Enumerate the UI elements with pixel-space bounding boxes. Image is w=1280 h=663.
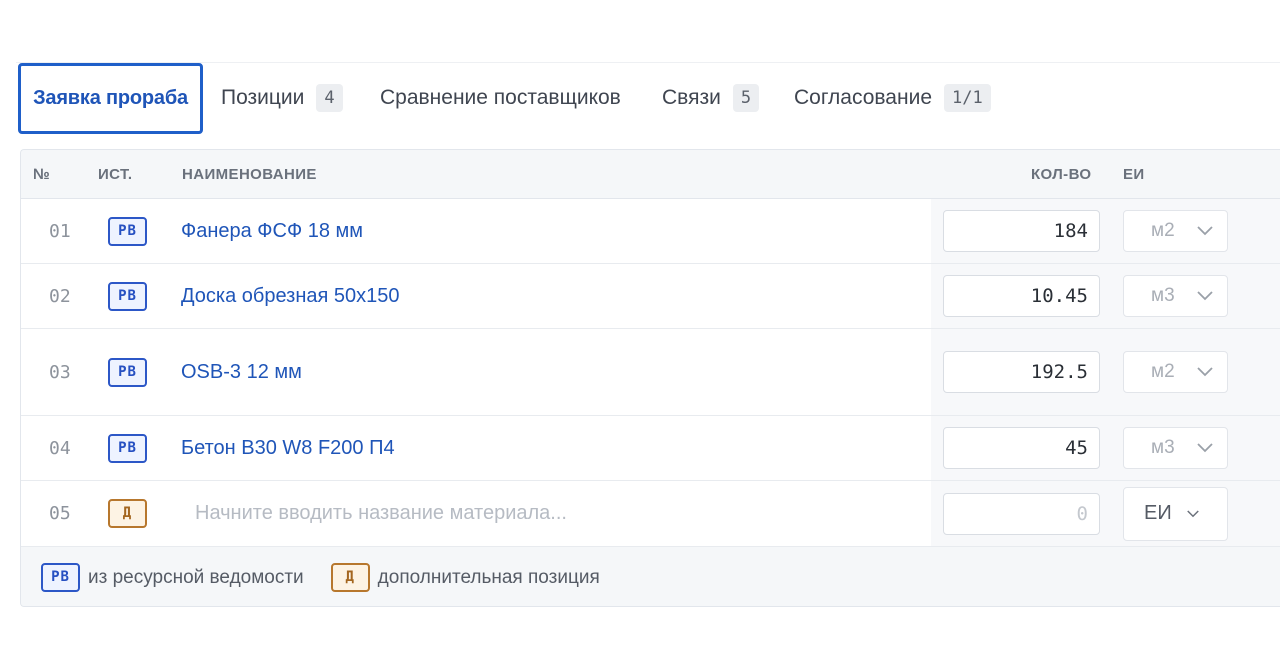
header-source: ИСТ. bbox=[98, 166, 133, 183]
chevron-down-icon bbox=[1197, 443, 1213, 453]
unit-cell: м3 bbox=[1123, 264, 1228, 328]
row-number: 03 bbox=[49, 361, 71, 383]
chevron-down-icon bbox=[1197, 367, 1213, 377]
unit-value: м3 bbox=[1151, 437, 1175, 458]
tab-foreman-request[interactable]: Заявка прораба bbox=[18, 63, 203, 134]
tab-label: Сравнение поставщиков bbox=[380, 86, 621, 109]
positions-table: № ИСТ. НАИМЕНОВАНИЕ КОЛ-ВО ЕИ 01 РВ Фане… bbox=[20, 149, 1280, 607]
qty-cell bbox=[943, 329, 1100, 415]
table-header: № ИСТ. НАИМЕНОВАНИЕ КОЛ-ВО ЕИ bbox=[21, 150, 1280, 199]
qty-input[interactable] bbox=[943, 492, 1100, 535]
rv-badge: РВ bbox=[108, 216, 147, 246]
tab-count-badge: 5 bbox=[732, 84, 760, 112]
table-row: 01 РВ Фанера ФСФ 18 мм м2 bbox=[21, 199, 1280, 264]
chevron-down-icon bbox=[1197, 291, 1213, 301]
unit-value: м2 bbox=[1151, 361, 1175, 382]
table-row: 02 РВ Доска обрезная 50x150 м3 bbox=[21, 264, 1280, 329]
chevron-down-icon bbox=[1187, 509, 1199, 517]
tab-supplier-comparison[interactable]: Сравнение поставщиков bbox=[380, 63, 621, 133]
material-name-link[interactable]: Бетон В30 W8 F200 П4 bbox=[181, 416, 395, 480]
unit-select[interactable]: ЕИ bbox=[1123, 486, 1228, 541]
legend-d-text: дополнительная позиция bbox=[377, 566, 600, 588]
header-name: НАИМЕНОВАНИЕ bbox=[182, 166, 317, 183]
table-row: 04 РВ Бетон В30 W8 F200 П4 м3 bbox=[21, 416, 1280, 481]
source-badge: РВ bbox=[108, 416, 147, 480]
row-number: 04 bbox=[49, 437, 71, 459]
qty-input[interactable] bbox=[943, 427, 1100, 469]
material-name-input[interactable]: Начните вводить название материала... bbox=[195, 481, 567, 546]
unit-value: м3 bbox=[1151, 285, 1175, 306]
page: Заявка прораба Позиции 4 Сравнение поста… bbox=[0, 0, 1280, 663]
unit-select[interactable]: м3 bbox=[1123, 275, 1228, 317]
tab-label: Позиции bbox=[221, 86, 305, 109]
tab-count-badge: 4 bbox=[316, 84, 343, 112]
qty-input[interactable] bbox=[943, 210, 1100, 252]
material-name-link[interactable]: OSB-3 12 мм bbox=[181, 329, 302, 415]
unit-value: м2 bbox=[1151, 220, 1175, 241]
source-badge: РВ bbox=[108, 199, 147, 263]
table-row: 03 РВ OSB-3 12 мм м2 bbox=[21, 329, 1280, 416]
unit-select[interactable]: м2 bbox=[1123, 351, 1228, 393]
unit-cell: м2 bbox=[1123, 329, 1228, 415]
source-badge: Д bbox=[108, 481, 147, 546]
header-num: № bbox=[33, 166, 51, 183]
source-badge: РВ bbox=[108, 329, 147, 415]
tab-positions[interactable]: Позиции 4 bbox=[221, 63, 343, 133]
new-table-row: 05 Д Начните вводить название материала.… bbox=[21, 481, 1280, 547]
row-number: 01 bbox=[49, 220, 71, 242]
legend-rv-text: из ресурсной ведомости bbox=[88, 566, 304, 588]
tab-label: Согласование bbox=[794, 86, 932, 109]
header-unit: ЕИ bbox=[1123, 166, 1145, 183]
qty-cell bbox=[943, 481, 1100, 546]
tab-links[interactable]: Связи 5 bbox=[662, 63, 760, 133]
rv-badge: РВ bbox=[108, 281, 147, 311]
tab-approval[interactable]: Согласование 1/1 bbox=[794, 63, 991, 133]
qty-input[interactable] bbox=[943, 275, 1100, 317]
unit-cell: м3 bbox=[1123, 416, 1228, 480]
unit-cell: ЕИ bbox=[1123, 481, 1228, 546]
tab-bar: Заявка прораба Позиции 4 Сравнение поста… bbox=[16, 62, 1280, 134]
d-badge: Д bbox=[330, 563, 370, 592]
qty-input[interactable] bbox=[943, 351, 1100, 393]
qty-cell bbox=[943, 264, 1100, 328]
tab-label: Заявка прораба bbox=[33, 87, 188, 109]
unit-cell: м2 bbox=[1123, 199, 1228, 263]
qty-cell bbox=[943, 416, 1100, 480]
qty-cell bbox=[943, 199, 1100, 263]
header-qty: КОЛ-ВО bbox=[1031, 166, 1092, 183]
unit-value: ЕИ bbox=[1144, 502, 1172, 524]
legend: РВ из ресурсной ведомости Д дополнительн… bbox=[21, 547, 1280, 606]
rv-badge: РВ bbox=[108, 357, 147, 387]
tab-count-badge: 1/1 bbox=[944, 84, 991, 112]
source-badge: РВ bbox=[108, 264, 147, 328]
rv-badge: РВ bbox=[41, 563, 80, 592]
row-number: 05 bbox=[49, 503, 71, 524]
material-name-link[interactable]: Фанера ФСФ 18 мм bbox=[181, 199, 363, 263]
row-number: 02 bbox=[49, 285, 71, 307]
material-name-link[interactable]: Доска обрезная 50x150 bbox=[181, 264, 400, 328]
d-badge: Д bbox=[108, 499, 147, 528]
tab-label: Связи bbox=[662, 86, 721, 109]
chevron-down-icon bbox=[1197, 226, 1213, 236]
unit-select[interactable]: м3 bbox=[1123, 427, 1228, 469]
unit-select[interactable]: м2 bbox=[1123, 210, 1228, 252]
rv-badge: РВ bbox=[108, 433, 147, 463]
